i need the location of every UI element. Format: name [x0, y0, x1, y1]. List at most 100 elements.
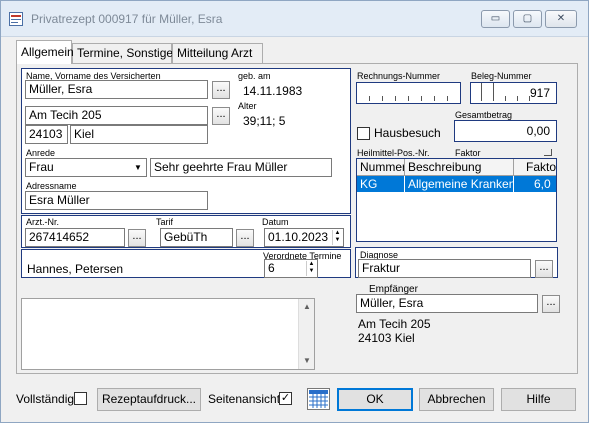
diagnose-field[interactable]: Fraktur [358, 259, 531, 278]
heilmittel-label: Heilmittel-Pos.-Nr. [357, 148, 430, 158]
birth-date: 14.11.1983 [243, 84, 303, 98]
rechnungs-nummer-field[interactable] [356, 82, 461, 104]
digit-tick [408, 96, 409, 101]
chevron-down-icon: ▼ [134, 163, 142, 172]
vollstaendig-label: Vollständig [16, 392, 75, 406]
empfaenger-lookup-button[interactable]: ... [542, 295, 560, 313]
close-icon: ✕ [556, 13, 566, 24]
termine-field[interactable]: 6 ▲ ▼ [264, 259, 318, 278]
birth-label: geb. am [238, 71, 271, 81]
datum-label: Datum [262, 217, 289, 227]
digit-tick [395, 96, 396, 101]
spin-down-icon: ▼ [308, 268, 315, 274]
name-lookup-button[interactable]: ... [212, 81, 230, 99]
address-name-label: Adressname [26, 181, 77, 191]
gesamt-value: 0,00 [526, 124, 550, 138]
close-button[interactable]: ✕ [545, 10, 577, 28]
digit-tick [447, 96, 448, 101]
resize-grip-icon [544, 149, 552, 156]
digit-tick [493, 83, 494, 101]
spin-up-icon: ▲ [308, 261, 315, 267]
beleg-value: 917 [529, 86, 550, 100]
arzt-lookup-button[interactable]: ... [128, 229, 146, 247]
tarif-lookup-button[interactable]: ... [236, 229, 254, 247]
spin-up-icon: ▲ [334, 230, 341, 236]
table-cell-nummer[interactable]: KG [357, 176, 405, 192]
termine-spinner[interactable]: ▲ ▼ [306, 261, 316, 276]
faktor-label: Faktor [455, 148, 481, 158]
calendar-icon[interactable] [307, 388, 330, 410]
digit-tick [481, 83, 482, 101]
title-bar: Privatrezept 000917 für Müller, Esra ▼▭ … [1, 1, 588, 37]
column-header-faktor[interactable]: Faktor [514, 159, 556, 176]
seitenansicht-checkbox[interactable]: ✓ [279, 392, 292, 405]
column-header-beschreibung[interactable]: Beschreibung [405, 159, 514, 176]
dialog-window: Privatrezept 000917 für Müller, Esra ▼▭ … [0, 0, 589, 423]
maximize-button[interactable]: ▢ [513, 10, 542, 28]
therapist-name: Hannes, Petersen [27, 262, 124, 276]
tarif-field[interactable]: GebüTh [160, 228, 233, 247]
rezeptaufdruck-button[interactable]: Rezeptaufdruck... [97, 388, 201, 411]
datum-value: 01.10.2023 [268, 230, 329, 244]
ellipsis-icon: ... [539, 261, 549, 273]
digit-tick [505, 96, 506, 101]
scroll-down-icon[interactable]: ▼ [299, 353, 315, 369]
arzt-nr-label: Arzt.-Nr. [26, 217, 59, 227]
salutation-label: Anrede [26, 148, 56, 158]
gesamtbetrag-field[interactable]: 0,00 [454, 120, 557, 142]
minimize-glyph: ▭ [490, 13, 501, 24]
seitenansicht-label: Seitenansicht [208, 392, 281, 406]
table-cell-beschreibung[interactable]: Allgemeine Krankengy [405, 176, 514, 192]
diagnose-lookup-button[interactable]: ... [535, 260, 553, 278]
tab-mitteilung-arzt[interactable]: Mitteilung Arzt [172, 43, 263, 63]
notes-scrollbar[interactable]: ▲ ▼ [298, 299, 314, 369]
digit-tick [369, 96, 370, 101]
empfaenger-field[interactable]: Müller, Esra [356, 294, 538, 313]
notes-textarea[interactable]: ▲ ▼ [21, 298, 315, 370]
ok-button[interactable]: OK [337, 388, 413, 411]
datum-field[interactable]: 01.10.2023 ▲ ▼ [264, 228, 344, 247]
address-name-field[interactable]: Esra Müller [25, 191, 208, 210]
age-value: 39;11; 5 [243, 114, 286, 128]
vollstaendig-checkbox[interactable] [74, 392, 87, 405]
arzt-nr-field[interactable]: 267414652 [25, 228, 125, 247]
empfaenger-street: Am Tecih 205 [358, 317, 431, 331]
digit-tick [517, 96, 518, 101]
window-title: Privatrezept 000917 für Müller, Esra [31, 12, 223, 26]
rechnungs-label: Rechnungs-Nummer [357, 71, 441, 81]
tarif-label: Tarif [156, 217, 174, 227]
name-field[interactable]: Müller, Esra [25, 80, 208, 99]
heilmittel-table[interactable]: Nummer Beschreibung Faktor KG Allgemeine… [356, 158, 557, 242]
empfaenger-zip-city: 24103 Kiel [358, 331, 415, 345]
table-cell-faktor[interactable]: 6,0 [514, 176, 556, 192]
tab-termine-sonstiges[interactable]: Termine, Sonstiges [72, 43, 179, 63]
beleg-nummer-field[interactable]: 917 [470, 82, 557, 104]
ellipsis-icon: ... [240, 230, 250, 242]
beleg-label: Beleg-Nummer [471, 71, 532, 81]
hausbesuch-checkbox[interactable] [357, 127, 370, 140]
minimize-button[interactable]: ▼▭ [481, 10, 510, 28]
spin-down-icon: ▼ [334, 237, 341, 243]
tab-label: Allgemein [21, 45, 74, 59]
digit-tick [434, 96, 435, 101]
zip-field[interactable]: 24103 [25, 125, 68, 144]
ellipsis-icon: ... [216, 82, 226, 94]
hilfe-button[interactable]: Hilfe [501, 388, 576, 411]
street-field[interactable]: Am Tecih 205 [25, 106, 208, 125]
address-lookup-button[interactable]: ... [212, 107, 230, 125]
ellipsis-icon: ... [216, 108, 226, 120]
hausbesuch-label: Hausbesuch [374, 126, 441, 140]
column-header-nummer[interactable]: Nummer [357, 159, 405, 176]
tab-label: Termine, Sonstiges [77, 46, 180, 60]
abbrechen-button[interactable]: Abbrechen [419, 388, 494, 411]
scroll-up-icon[interactable]: ▲ [299, 299, 315, 315]
ellipsis-icon: ... [546, 296, 556, 308]
salutation-select[interactable]: Frau ▼ [25, 158, 147, 177]
city-field[interactable]: Kiel [70, 125, 208, 144]
digit-tick [382, 96, 383, 101]
tab-allgemein[interactable]: Allgemein [16, 40, 74, 64]
tab-label: Mitteilung Arzt [177, 46, 253, 60]
date-spinner[interactable]: ▲ ▼ [332, 230, 342, 245]
age-label: Alter [238, 101, 257, 111]
greeting-field[interactable]: Sehr geehrte Frau Müller [150, 158, 332, 177]
